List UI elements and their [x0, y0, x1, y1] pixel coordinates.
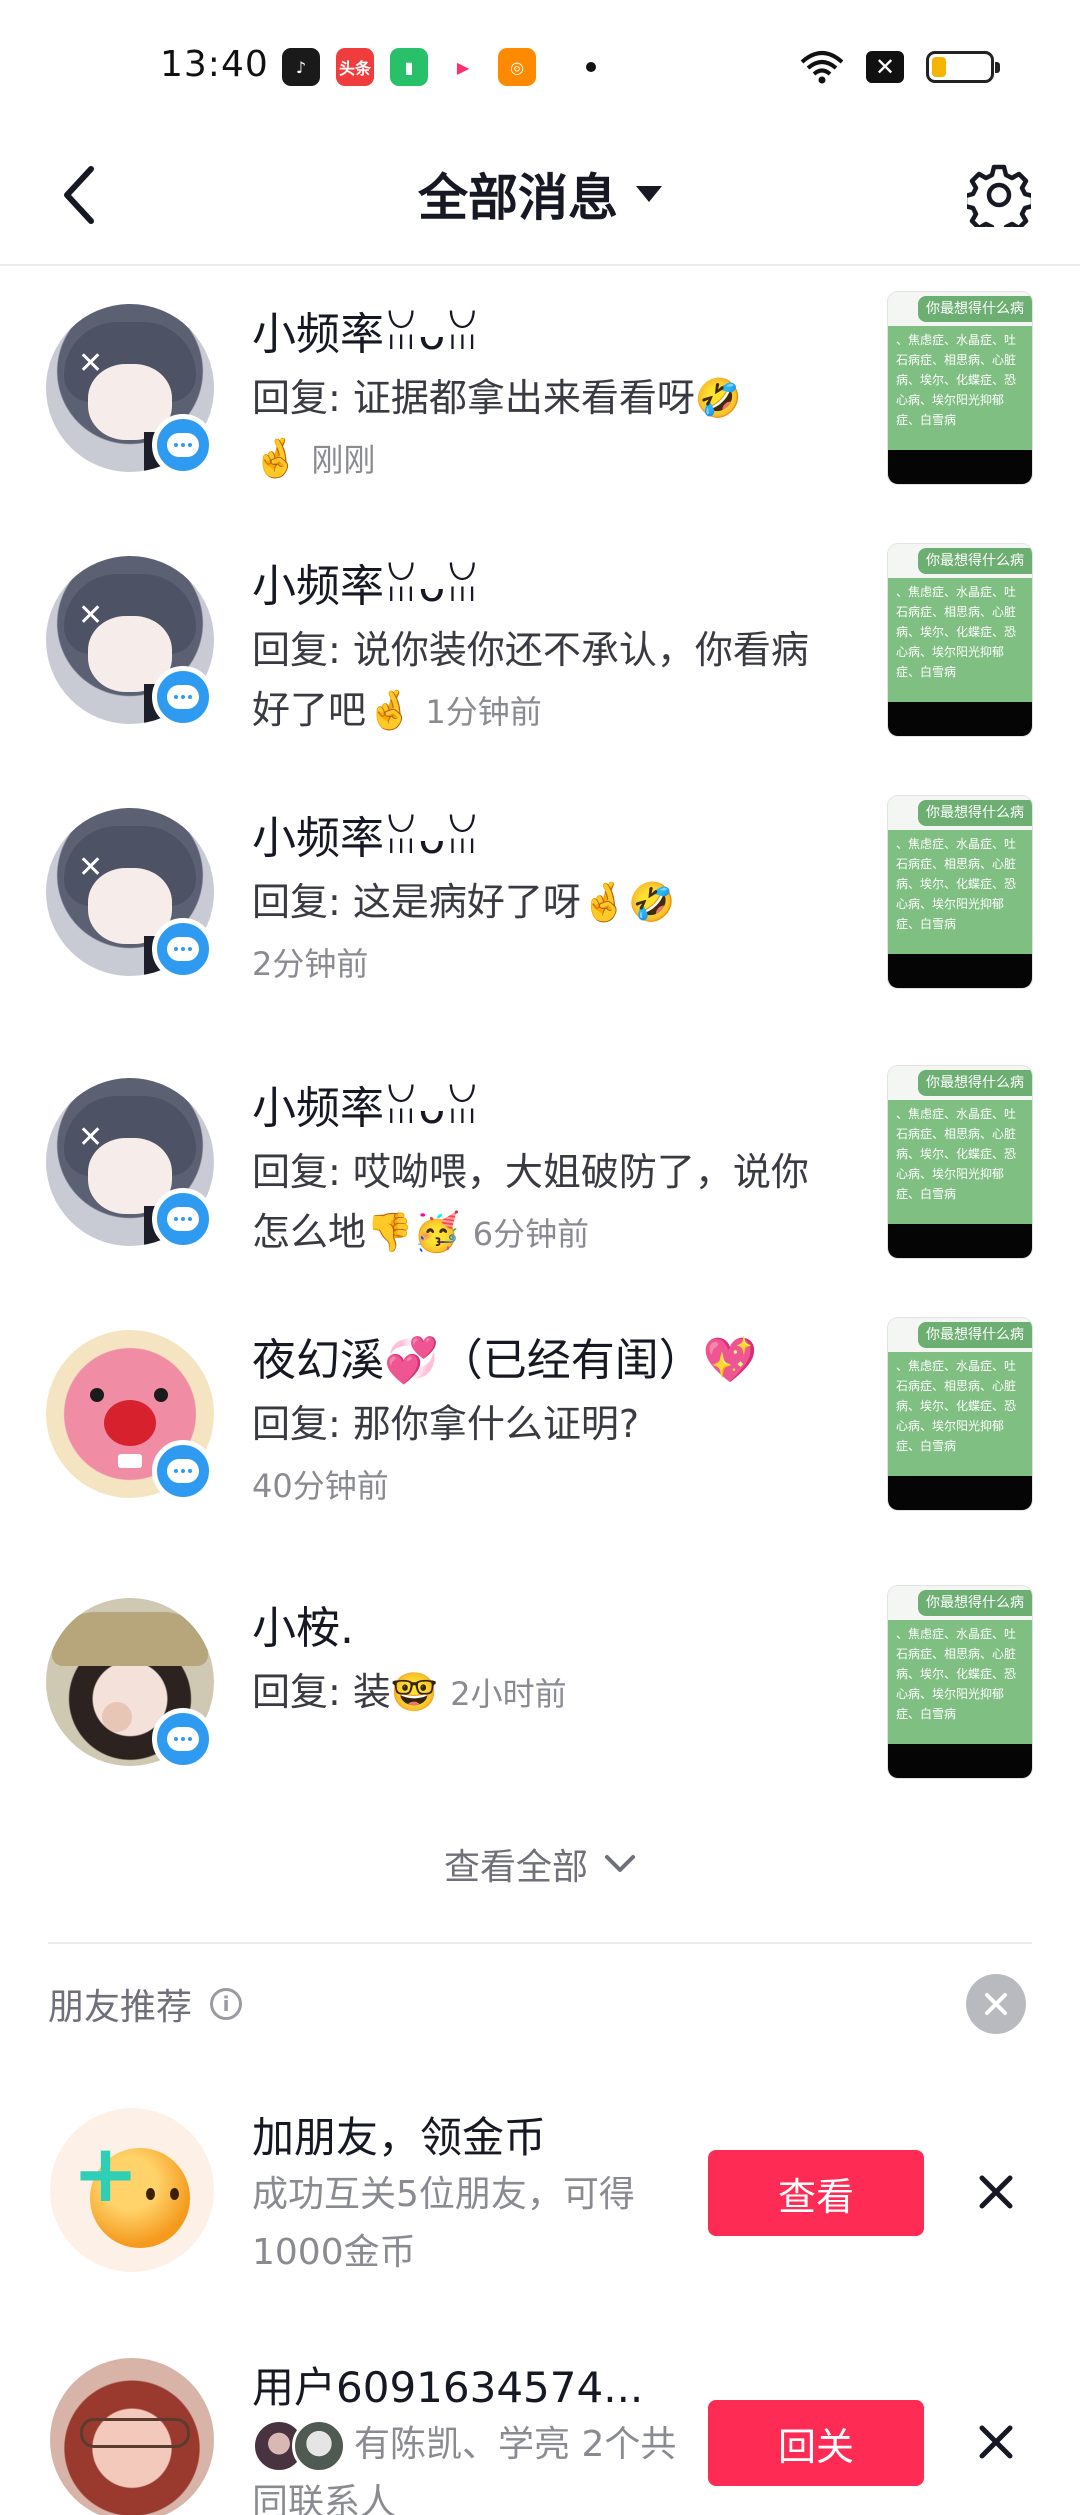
video-thumbnail[interactable]: 你最想得什么病 、焦虑症、水晶症、吐石病症、相思病、心脏病、埃尔、化蝶症、恐心病… — [888, 292, 1032, 484]
recommend-desc: 成功互关5位朋友，可得1000金币 — [252, 2174, 635, 2273]
thumbnail-caption: 你最想得什么病 — [918, 296, 1032, 322]
recommend-name: 加朋友，领金币 — [252, 2113, 547, 2162]
message-text: 回复: 哎呦喂，大姐破防了，说你怎么地👎🥳 6分钟前 — [252, 1142, 832, 1264]
thumbnail-caption: 你最想得什么病 — [918, 800, 1032, 826]
gold-coin-avatar[interactable]: + — [50, 2108, 214, 2272]
sender-name: 夜幻溪💞（已经有闺）💖 — [252, 1335, 758, 1386]
comment-badge-icon — [152, 918, 214, 980]
recommend-name: 用户6091634574... — [252, 2363, 644, 2412]
message-text: 回复: 装🤓 2小时前 — [252, 1662, 832, 1724]
sender-name: 小桉. — [252, 1603, 354, 1654]
message-emoji: 🤞 — [252, 436, 300, 480]
view-button[interactable]: 查看 — [708, 2150, 924, 2236]
message-time: 2小时前 — [450, 1675, 567, 1713]
comment-badge-icon — [152, 1440, 214, 1502]
douyin-lite-icon: ♪ — [282, 48, 320, 86]
see-all-label: 查看全部 — [443, 1847, 588, 1888]
thumbnail-caption: 你最想得什么病 — [918, 1070, 1032, 1096]
close-recommend-button[interactable] — [966, 1974, 1026, 2034]
recommend-header: 朋友推荐 i — [48, 1978, 243, 2030]
message-content: 回复: 这是病好了呀🤞🤣 — [252, 880, 676, 924]
thumbnail-text: 、焦虑症、水晶症、吐石病症、相思病、心脏病、埃尔、化蝶症、恐心病、埃尔阳光抑郁症… — [888, 1100, 1032, 1224]
chevron-down-icon — [605, 1855, 635, 1872]
page-title: 全部消息 — [418, 169, 618, 227]
battery-icon — [926, 51, 1000, 83]
sender-name: 小频率ꈍᴗꈍ — [252, 309, 480, 360]
message-filter-dropdown[interactable]: 全部消息 — [0, 158, 1080, 230]
status-right: ✕ — [800, 50, 1000, 84]
status-bar: 13:40 ♪ 头条 ▮ ▶ ◎ ✕ — [0, 0, 1080, 130]
thumbnail-text: 、焦虑症、水晶症、吐石病症、相思病、心脏病、埃尔、化蝶症、恐心病、埃尔阳光抑郁症… — [888, 578, 1032, 702]
gear-icon — [967, 164, 1031, 227]
thumbnail-caption: 你最想得什么病 — [918, 1322, 1032, 1348]
mutual-avatars — [252, 2419, 346, 2473]
no-sim-icon: ✕ — [866, 51, 904, 83]
caret-down-icon — [636, 186, 662, 202]
dismiss-button[interactable] — [966, 2162, 1026, 2222]
thumbnail-text: 、焦虑症、水晶症、吐石病症、相思病、心脏病、埃尔、化蝶症、恐心病、埃尔阳光抑郁症… — [888, 1620, 1032, 1744]
comment-badge-icon — [152, 1188, 214, 1250]
kuaishou-icon: ◎ — [498, 48, 536, 86]
close-icon — [979, 2425, 1013, 2459]
thumbnail-caption: 你最想得什么病 — [918, 1590, 1032, 1616]
battery-app-icon: ▮ — [390, 48, 428, 86]
dismiss-button[interactable] — [966, 2412, 1026, 2472]
follow-back-button[interactable]: 回关 — [708, 2400, 924, 2486]
message-text: 回复: 这是病好了呀🤞🤣 2分钟前 — [252, 872, 832, 994]
close-icon — [985, 1993, 1007, 2015]
message-content: 回复: 装🤓 — [252, 1670, 439, 1714]
video-thumbnail[interactable]: 你最想得什么病 、焦虑症、水晶症、吐石病症、相思病、心脏病、埃尔、化蝶症、恐心病… — [888, 1318, 1032, 1510]
thumbnail-caption: 你最想得什么病 — [918, 548, 1032, 574]
video-thumbnail[interactable]: 你最想得什么病 、焦虑症、水晶症、吐石病症、相思病、心脏病、埃尔、化蝶症、恐心病… — [888, 544, 1032, 736]
battery-level — [932, 57, 946, 77]
wifi-icon — [800, 51, 844, 84]
message-text: 回复: 证据都拿出来看看呀🤣 🤞 刚刚 — [252, 368, 832, 490]
status-time: 13:40 — [160, 44, 269, 85]
message-time: 1分钟前 — [425, 693, 542, 731]
comment-badge-icon — [152, 1708, 214, 1770]
close-icon — [979, 2175, 1013, 2209]
see-all-button[interactable]: 查看全部 — [0, 1838, 1080, 1890]
comment-badge-icon — [152, 666, 214, 728]
sender-name: 小频率ꈍᴗꈍ — [252, 1083, 480, 1134]
message-time: 2分钟前 — [252, 945, 369, 983]
info-icon[interactable]: i — [210, 1988, 243, 2020]
thumbnail-text: 、焦虑症、水晶症、吐石病症、相思病、心脏病、埃尔、化蝶症、恐心病、埃尔阳光抑郁症… — [888, 326, 1032, 450]
thumbnail-text: 、焦虑症、水晶症、吐石病症、相思病、心脏病、埃尔、化蝶症、恐心病、埃尔阳光抑郁症… — [888, 1352, 1032, 1476]
message-time: 40分钟前 — [252, 1467, 389, 1505]
toutiao-icon: 头条 — [336, 48, 374, 86]
message-content: 回复: 证据都拿出来看看呀🤣 — [252, 376, 743, 420]
status-app-icons: ♪ 头条 ▮ ▶ ◎ — [282, 48, 596, 86]
notification-dot-icon — [586, 62, 596, 72]
message-time: 刚刚 — [311, 441, 376, 479]
play-app-icon: ▶ — [444, 48, 482, 86]
message-text: 回复: 那你拿什么证明? 40分钟前 — [252, 1394, 832, 1516]
video-thumbnail[interactable]: 你最想得什么病 、焦虑症、水晶症、吐石病症、相思病、心脏病、埃尔、化蝶症、恐心病… — [888, 796, 1032, 988]
message-content: 回复: 那你拿什么证明? — [252, 1402, 640, 1446]
thumbnail-text: 、焦虑症、水晶症、吐石病症、相思病、心脏病、埃尔、化蝶症、恐心病、埃尔阳光抑郁症… — [888, 830, 1032, 954]
comment-badge-icon — [152, 414, 214, 476]
recommend-title: 朋友推荐 — [48, 1987, 193, 2028]
message-text: 回复: 说你装你还不承认，你看病好了吧🤞 1分钟前 — [252, 620, 832, 742]
video-thumbnail[interactable]: 你最想得什么病 、焦虑症、水晶症、吐石病症、相思病、心脏病、埃尔、化蝶症、恐心病… — [888, 1066, 1032, 1258]
settings-button[interactable] — [962, 158, 1036, 232]
section-divider — [48, 1942, 1032, 1944]
top-nav: 全部消息 — [0, 130, 1080, 266]
sender-name: 小频率ꈍᴗꈍ — [252, 813, 480, 864]
message-time: 6分钟前 — [472, 1215, 590, 1253]
sender-name: 小频率ꈍᴗꈍ — [252, 561, 480, 612]
recommend-desc-wrap: 有陈凯、学亮 2个共同联系人 — [252, 2416, 692, 2515]
video-thumbnail[interactable]: 你最想得什么病 、焦虑症、水晶症、吐石病症、相思病、心脏病、埃尔、化蝶症、恐心病… — [888, 1586, 1032, 1778]
avatar[interactable] — [50, 2358, 214, 2515]
